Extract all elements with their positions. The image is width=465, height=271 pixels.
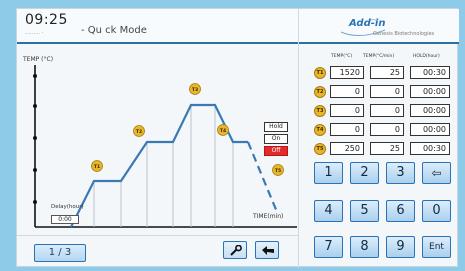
hold-field-t3[interactable]: 00:00: [410, 104, 450, 117]
hold-field-t1[interactable]: 00:30: [410, 66, 450, 79]
key-6[interactable]: 6: [386, 200, 415, 222]
col-header-temp: TEMP(°C): [331, 54, 353, 59]
col-header-rate: TEMP(°C/min): [363, 54, 395, 59]
return-arrow-icon: [262, 246, 274, 255]
temp-field-t5[interactable]: 250: [330, 142, 364, 155]
step-marker-t2: T2: [133, 125, 145, 137]
y-axis-label: TEMP (°C): [22, 56, 53, 63]
key-8[interactable]: 8: [350, 236, 379, 258]
svg-text:T5: T5: [275, 168, 281, 174]
mode-title: - Qu ck Mode: [81, 25, 147, 36]
svg-text:T2: T2: [136, 129, 142, 135]
legend-off: Off: [264, 146, 288, 156]
table-row-t3: T3 0 0 00:00: [314, 104, 456, 118]
svg-text:T3: T3: [192, 87, 198, 93]
wrench-icon: [230, 245, 242, 256]
brand-logo: Add-in Genesis Biotechnologies: [339, 18, 457, 40]
hold-segment-guides: [93, 105, 234, 227]
rate-field-t4[interactable]: 0: [370, 123, 404, 136]
panel-divider: [298, 44, 299, 268]
step-badge-t5: T5: [314, 143, 326, 155]
legend-on: On: [264, 134, 288, 144]
temp-field-t3[interactable]: 0: [330, 104, 364, 117]
y-axis: [33, 65, 37, 227]
step-marker-t1: T1: [91, 160, 103, 172]
table-row-t5: T5 250 25 00:30: [314, 142, 456, 156]
delay-label: Delay(hour): [51, 204, 84, 210]
brand-tagline: Genesis Biotechnologies: [373, 31, 435, 37]
delay-field[interactable]: 0:00: [51, 215, 79, 224]
key-enter[interactable]: Ent: [422, 236, 451, 258]
key-4[interactable]: 4: [314, 200, 343, 222]
table-row-t1: T1 1520 25 00:30: [314, 66, 456, 80]
svg-text:T4: T4: [220, 128, 226, 134]
hold-field-t2[interactable]: 00:00: [410, 85, 450, 98]
svg-text:T1: T1: [94, 164, 100, 170]
legend-hold: Hold: [264, 122, 288, 132]
step-marker-t4: T4: [217, 124, 229, 136]
key-1[interactable]: 1: [314, 162, 343, 184]
app-screen: 09:25 ……… · - Qu ck Mode Add-in Genesis …: [16, 8, 459, 268]
brand-name: Add-in: [349, 18, 386, 29]
table-row-t2: T2 0 0 00:00: [314, 85, 456, 99]
key-5[interactable]: 5: [350, 200, 379, 222]
key-0[interactable]: 0: [422, 200, 451, 222]
key-2[interactable]: 2: [350, 162, 379, 184]
col-header-hold: HOLD(hour): [413, 54, 440, 59]
header-divider: [298, 9, 299, 44]
page-indicator-button[interactable]: 1 / 3: [34, 244, 86, 262]
step-badge-t1: T1: [314, 67, 326, 79]
temp-field-t4[interactable]: 0: [330, 123, 364, 136]
rate-field-t5[interactable]: 25: [370, 142, 404, 155]
table-row-t4: T4 0 0 00:00: [314, 123, 456, 137]
hold-field-t5[interactable]: 00:30: [410, 142, 450, 155]
temp-field-t2[interactable]: 0: [330, 85, 364, 98]
rate-field-t1[interactable]: 25: [370, 66, 404, 79]
x-axis-label: TIME(min): [252, 213, 283, 220]
step-marker-t3: T3: [189, 83, 201, 95]
settings-button[interactable]: [223, 241, 247, 259]
temperature-profile-chart: TEMP (°C) TIME(min) T1 T2 T3 T4 T5 Hold …: [21, 51, 299, 241]
back-button[interactable]: [255, 241, 279, 259]
key-9[interactable]: 9: [386, 236, 415, 258]
rate-field-t3[interactable]: 0: [370, 104, 404, 117]
header-bar: 09:25 ……… · - Qu ck Mode Add-in Genesis …: [17, 9, 459, 44]
key-backspace[interactable]: ⇦: [422, 162, 451, 184]
rate-field-t2[interactable]: 0: [370, 85, 404, 98]
temp-field-t1[interactable]: 1520: [330, 66, 364, 79]
clock-time: 09:25: [25, 12, 68, 28]
step-badge-t4: T4: [314, 124, 326, 136]
key-7[interactable]: 7: [314, 236, 343, 258]
key-3[interactable]: 3: [386, 162, 415, 184]
step-marker-t5: T5: [272, 164, 284, 176]
footer-divider: [17, 235, 298, 236]
step-badge-t2: T2: [314, 86, 326, 98]
step-badge-t3: T3: [314, 105, 326, 117]
hold-field-t4[interactable]: 00:00: [410, 123, 450, 136]
clock-subtext: ……… ·: [25, 30, 44, 36]
